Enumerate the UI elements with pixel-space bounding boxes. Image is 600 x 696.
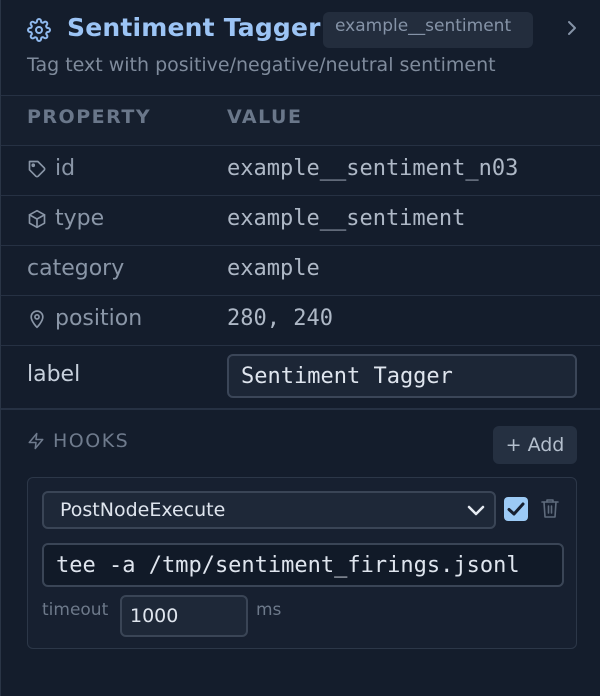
chevron-down-icon xyxy=(467,505,485,516)
inspector-header: Sentiment Tagger example__sentiment Tag … xyxy=(1,0,600,96)
hook-event-select[interactable]: PostNodeExecute xyxy=(42,491,496,529)
label-input[interactable] xyxy=(227,354,577,398)
hook-event-value: PostNodeExecute xyxy=(60,499,226,521)
hooks-title-label: HOOKS xyxy=(53,430,130,452)
property-row-label: label xyxy=(1,346,600,410)
property-value: example__sentiment xyxy=(227,206,466,231)
hook-card: PostNodeExecute timeout ms xyxy=(27,477,577,649)
gear-icon xyxy=(27,18,51,42)
node-title: Sentiment Tagger xyxy=(67,13,321,42)
property-key: position xyxy=(27,306,142,331)
chevron-right-icon[interactable] xyxy=(564,19,580,37)
property-key-label: position xyxy=(55,306,143,331)
properties-table-header: PROPERTY VALUE xyxy=(1,96,600,146)
property-key: category xyxy=(27,256,124,281)
column-header-value: VALUE xyxy=(227,106,303,128)
trash-icon[interactable] xyxy=(540,497,560,519)
lightning-icon xyxy=(28,432,44,450)
property-value: example xyxy=(227,256,320,281)
node-type-badge: example__sentiment xyxy=(323,12,533,48)
property-key: type xyxy=(27,206,104,231)
hook-command-input[interactable] xyxy=(42,543,564,587)
timeout-unit-label: ms xyxy=(256,600,282,620)
hook-enabled-checkbox[interactable] xyxy=(504,497,528,521)
node-description: Tag text with positive/negative/neutral … xyxy=(27,54,496,76)
property-key-label: id xyxy=(55,156,76,181)
property-key-label: type xyxy=(55,206,105,231)
property-key: id xyxy=(27,156,75,181)
timeout-input[interactable] xyxy=(120,595,248,637)
cube-icon xyxy=(28,209,46,228)
location-pin-icon xyxy=(30,309,44,328)
property-key-label: label xyxy=(27,362,81,387)
property-row-type: type example__sentiment xyxy=(1,196,600,246)
checkmark-icon xyxy=(507,502,525,516)
column-header-property: PROPERTY xyxy=(27,106,152,128)
property-row-position: position 280, 240 xyxy=(1,296,600,346)
timeout-label: timeout xyxy=(42,600,109,620)
node-inspector-panel: Sentiment Tagger example__sentiment Tag … xyxy=(0,0,600,696)
tag-icon xyxy=(28,160,46,177)
hooks-section-title: HOOKS xyxy=(27,430,129,452)
property-value: 280, 240 xyxy=(227,306,333,331)
property-row-id: id example__sentiment_n03 xyxy=(1,146,600,196)
property-row-category: category example xyxy=(1,246,600,296)
add-hook-button[interactable]: + Add xyxy=(493,426,577,464)
property-value: example__sentiment_n03 xyxy=(227,156,519,181)
property-key-label: category xyxy=(27,256,125,281)
